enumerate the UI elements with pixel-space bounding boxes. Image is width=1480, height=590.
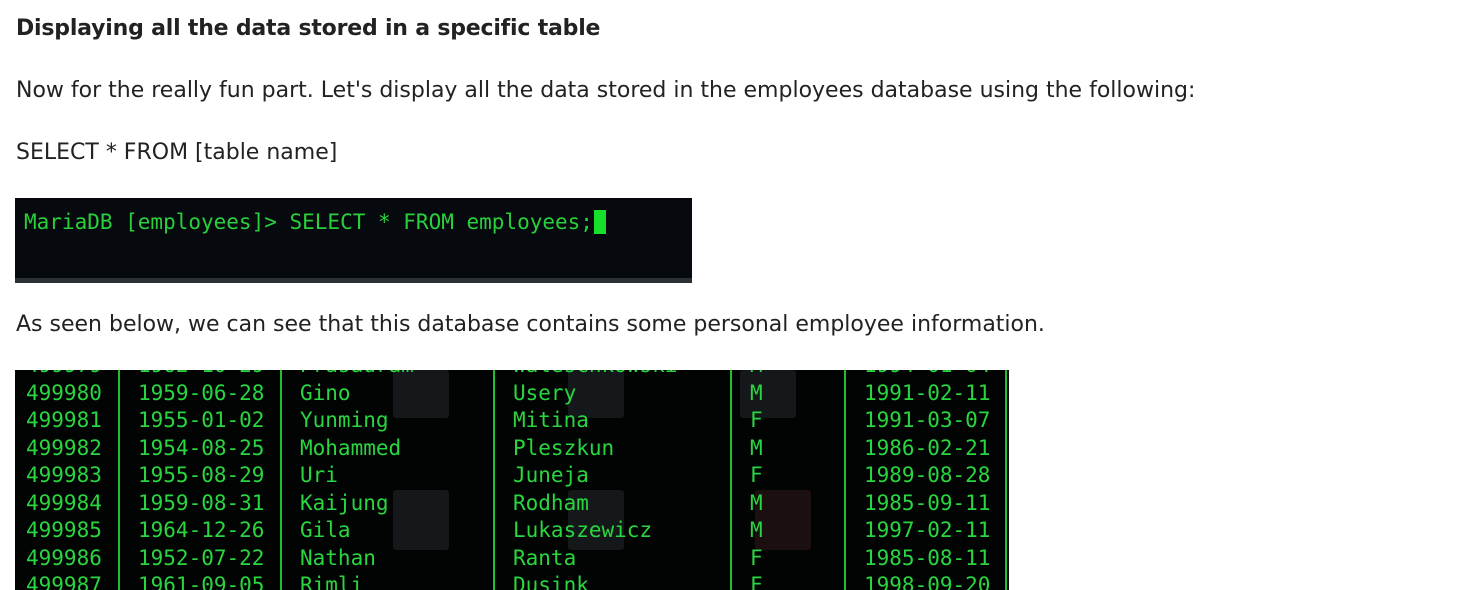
- table-cell: Juneja: [513, 463, 589, 487]
- table-column-separator: [844, 370, 846, 590]
- table-cell: F: [750, 463, 763, 487]
- table-cell: 499987: [26, 573, 102, 590]
- ghost-desktop-icon: [393, 490, 449, 550]
- table-cell: Yunming: [300, 408, 389, 432]
- table-cell: 1955-08-29: [138, 463, 265, 487]
- table-column-separator: [730, 370, 732, 590]
- table-cell: 499985: [26, 518, 102, 542]
- table-cell: 499980: [26, 380, 102, 405]
- ghost-desktop-icon: [393, 370, 449, 418]
- table-cell: Mitina: [513, 408, 589, 432]
- intro-paragraph: Now for the really fun part. Let's displ…: [16, 78, 1196, 103]
- table-cell: Rimli: [300, 573, 364, 590]
- table-cell: Pleszkun: [513, 435, 615, 460]
- table-cell: Gila: [300, 518, 351, 542]
- section-heading: Displaying all the data stored in a spec…: [16, 16, 601, 41]
- table-column-separator: [493, 370, 495, 590]
- table-cell: Mohammed: [300, 435, 402, 460]
- table-cell: 1997-02-11: [864, 518, 991, 542]
- table-cell: Dusink: [513, 573, 589, 590]
- table-cell: 499984: [26, 490, 102, 515]
- table-cell: 1954-08-25: [138, 435, 265, 460]
- table-cell: Rodham: [513, 490, 589, 515]
- table-cell: 1985-09-11: [864, 490, 991, 515]
- table-cell: M: [750, 490, 763, 515]
- table-cell: Gino: [300, 380, 351, 405]
- table-cell: Usery: [513, 380, 577, 405]
- table-column-separator: [1005, 370, 1007, 590]
- terminal-cursor: [593, 210, 606, 234]
- table-cell: 1964-12-26: [138, 518, 265, 542]
- table-cell: 499979: [26, 370, 102, 377]
- table-cell: F: [750, 573, 763, 590]
- table-cell: 1986-02-21: [864, 435, 991, 460]
- table-cell: 1994-01-04: [864, 370, 990, 377]
- table-cell: 1962-10-29: [138, 370, 264, 377]
- table-cell: Waleschkowski: [513, 370, 677, 377]
- table-cell: F: [750, 545, 763, 570]
- table-cell: 1989-08-28: [864, 463, 991, 487]
- table-cell: M: [750, 380, 763, 405]
- table-cell: F: [750, 408, 763, 432]
- table-cell: Nathan: [300, 545, 376, 570]
- table-cell: Lukaszewicz: [513, 518, 653, 542]
- terminal-command-screenshot: MariaDB [employees]> SELECT * FROM emplo…: [15, 198, 692, 283]
- table-cell: 1955-01-02: [138, 408, 265, 432]
- table-cell: Prasadram: [300, 370, 414, 377]
- table-cell: Ranta: [513, 545, 577, 570]
- table-cell: 1991-03-07: [864, 408, 991, 432]
- table-cell: 499981: [26, 408, 102, 432]
- terminal-prompt-line: MariaDB [employees]> SELECT * FROM emplo…: [24, 210, 606, 234]
- table-cell: Uri: [300, 463, 338, 487]
- table-cell: 1961-09-05: [138, 573, 265, 590]
- table-cell: M: [750, 370, 763, 377]
- table-cell: 499983: [26, 463, 102, 487]
- result-description-paragraph: As seen below, we can see that this data…: [16, 312, 1045, 337]
- table-cell: 499982: [26, 435, 102, 460]
- table-cell: 1959-06-28: [138, 380, 265, 405]
- table-cell: M: [750, 518, 763, 542]
- table-cell: 1985-08-11: [864, 545, 991, 570]
- table-cell: Kaijung: [300, 490, 389, 515]
- sql-syntax-line: SELECT * FROM [table name]: [16, 140, 338, 165]
- table-cell: 1991-02-11: [864, 380, 991, 405]
- table-cell: 499986: [26, 545, 102, 570]
- table-cell: 1998-09-20: [864, 573, 991, 590]
- ghost-desktop-icon: [740, 370, 796, 418]
- table-cell: M: [750, 435, 763, 460]
- terminal-command-text: MariaDB [employees]> SELECT * FROM emplo…: [24, 210, 593, 234]
- table-column-separator: [118, 370, 120, 590]
- table-cell: 1952-07-22: [138, 545, 265, 570]
- ghost-desktop-icon: [755, 490, 811, 550]
- table-column-separator: [280, 370, 282, 590]
- table-cell: 1959-08-31: [138, 490, 265, 515]
- terminal-output-screenshot: 499979 1962-10-29 Prasadram Waleschkowski M 1…: [15, 370, 1009, 590]
